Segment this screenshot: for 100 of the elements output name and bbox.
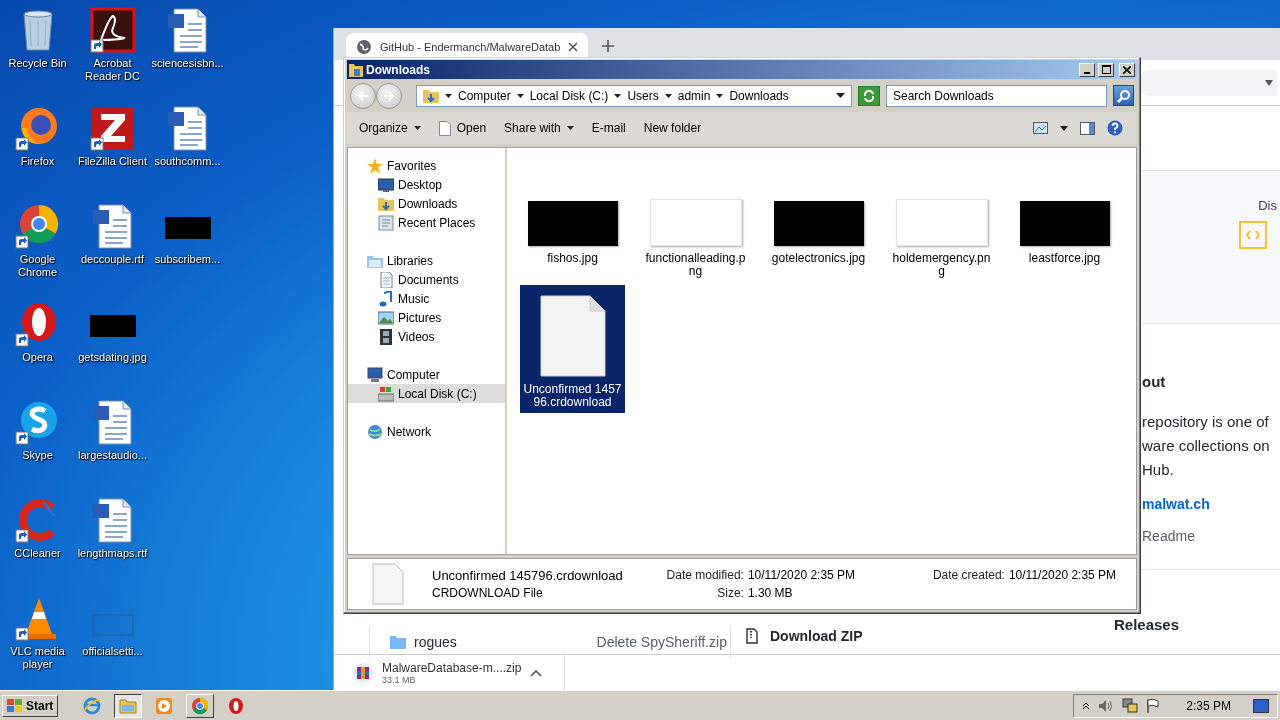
start-button[interactable]: Start xyxy=(2,694,59,717)
forward-button[interactable] xyxy=(376,82,402,109)
icon-label[interactable]: getsdating.jpg xyxy=(78,351,147,364)
toolbar-button[interactable]: Open xyxy=(430,117,495,139)
breadcrumb-item[interactable]: Downloads xyxy=(729,88,789,103)
icon-label[interactable]: Recycle Bin xyxy=(8,57,67,70)
close-icon[interactable] xyxy=(568,41,579,52)
close-icon xyxy=(1123,65,1131,74)
help-icon[interactable] xyxy=(1107,120,1123,136)
new-tab-icon[interactable] xyxy=(602,40,615,52)
breadcrumb-item[interactable]: admin xyxy=(677,88,711,103)
speaker-icon[interactable] xyxy=(1098,698,1115,713)
search-button[interactable] xyxy=(1113,85,1134,106)
caret-icon[interactable] xyxy=(614,93,622,98)
dropdown-icon[interactable] xyxy=(836,93,845,98)
toolbar-button[interactable]: E-mail xyxy=(583,118,634,138)
network-icon[interactable] xyxy=(1122,697,1139,714)
icon-label[interactable]: Acrobat Reader DC xyxy=(75,57,150,83)
field-label: Date modified: xyxy=(665,568,744,582)
icon-label[interactable]: officialsetti... xyxy=(82,645,143,658)
caret-icon[interactable] xyxy=(716,93,724,98)
icon-label[interactable]: deccouple.rtf xyxy=(81,253,144,266)
nav-item[interactable]: Computer xyxy=(348,365,505,384)
icon-label[interactable]: Firefox xyxy=(20,155,55,168)
breadcrumb-item[interactable]: Users xyxy=(627,88,659,103)
nav-item[interactable]: Libraries xyxy=(348,251,505,270)
breadcrumb-item[interactable]: Local Disk (C:) xyxy=(529,88,609,103)
icon-label[interactable]: Skype xyxy=(22,449,53,462)
file-name[interactable]: rogues xyxy=(414,634,457,650)
play-icon xyxy=(155,696,174,715)
about-text: ware collections on xyxy=(1142,436,1271,456)
acrobat-icon[interactable] xyxy=(88,6,137,54)
field-label: Date created: xyxy=(931,568,1005,582)
nav-item[interactable]: Desktop xyxy=(348,175,505,194)
readme-link[interactable]: Readme xyxy=(1142,528,1280,544)
chevron-up-icon[interactable] xyxy=(1082,701,1091,710)
toolbar-button[interactable]: Share with xyxy=(496,118,582,138)
nav-item[interactable]: Network xyxy=(348,422,505,441)
field-value: 10/11/2020 2:35 PM xyxy=(747,568,857,582)
caret-icon[interactable] xyxy=(516,93,524,98)
icon-label[interactable]: FileZilla Client xyxy=(77,155,148,168)
view-icon[interactable] xyxy=(1033,122,1048,134)
breadcrumb-item[interactable]: Computer xyxy=(458,88,511,103)
icon-label[interactable]: subscribem... xyxy=(154,253,221,266)
nav-item[interactable]: Music xyxy=(348,289,505,308)
caret-icon[interactable] xyxy=(530,668,542,677)
minimize-button[interactable] xyxy=(1079,62,1095,77)
about-text: Hub. xyxy=(1142,460,1175,480)
show-desktop-icon[interactable] xyxy=(1253,698,1269,713)
file-item[interactable]: holdemergency.png xyxy=(889,154,994,282)
caret-icon[interactable] xyxy=(664,93,672,98)
nav-item[interactable]: Videos xyxy=(348,327,505,346)
caret-icon[interactable] xyxy=(445,93,452,98)
nav-item[interactable]: Documents xyxy=(348,270,505,289)
file-item[interactable]: Unconfirmed 145796.crdownload xyxy=(520,285,625,413)
nav-item[interactable]: Recent Places xyxy=(348,213,505,232)
file-item[interactable]: functionalleading.png xyxy=(643,154,748,282)
minimize-icon xyxy=(1084,71,1090,74)
icon-label[interactable]: sciencesisbn... xyxy=(151,57,224,70)
commit-message[interactable]: Delete SpySheriff.zip xyxy=(596,634,727,650)
nav-item[interactable]: Downloads xyxy=(348,194,505,213)
icon-label[interactable]: Opera xyxy=(22,351,53,364)
download-file-name[interactable]: MalwareDatabase-m....zip xyxy=(382,660,522,675)
caret-icon[interactable] xyxy=(1060,125,1068,131)
preview-pane-icon[interactable] xyxy=(1080,121,1095,135)
about-text: repository is one of xyxy=(1142,412,1270,432)
maximize-icon xyxy=(1101,65,1111,74)
back-button[interactable] xyxy=(350,82,376,109)
icon-label[interactable]: VLC media player xyxy=(0,645,75,671)
file-item[interactable]: gotelectronics.jpg xyxy=(766,154,871,282)
file-item[interactable]: leastforce.jpg xyxy=(1012,154,1117,282)
nav-item[interactable]: Pictures xyxy=(348,308,505,327)
icon-label[interactable]: lengthmaps.rtf xyxy=(77,547,148,560)
toolbar-button[interactable]: New folder xyxy=(635,118,710,138)
icon-label[interactable]: CCleaner xyxy=(14,547,61,560)
picture-icon xyxy=(378,309,394,326)
filezilla-icon[interactable] xyxy=(88,104,137,152)
nav-item[interactable]: Local Disk (C:) xyxy=(348,384,505,403)
document-icon xyxy=(438,120,451,136)
toolbar-button[interactable]: Organize xyxy=(351,118,429,138)
icon-label[interactable]: Google Chrome xyxy=(0,253,75,279)
close-button[interactable] xyxy=(1119,62,1135,77)
dropdown-icon[interactable] xyxy=(1265,79,1273,86)
refresh-button[interactable] xyxy=(858,85,880,106)
taskbar-button[interactable] xyxy=(114,693,143,718)
download-zip-item[interactable]: Download ZIP xyxy=(746,628,863,644)
file-item[interactable]: fishos.jpg xyxy=(520,154,625,282)
search-field[interactable]: Search Downloads xyxy=(886,84,1107,107)
icon-label[interactable]: largestaudio... xyxy=(77,449,148,462)
flag-icon[interactable] xyxy=(1146,697,1161,714)
globe-icon xyxy=(356,38,372,55)
icon-label[interactable]: southcomm... xyxy=(154,155,221,168)
website-link[interactable]: malwat.ch xyxy=(1142,496,1280,512)
address-bar[interactable]: Computer Local Disk (C:) Users admin Downloads xyxy=(416,84,852,107)
nav-item[interactable]: Favorites xyxy=(348,156,505,175)
file-icon xyxy=(372,563,404,605)
clock: 2:35 PM xyxy=(1186,698,1231,713)
chrome-icon xyxy=(191,696,210,715)
window-title: Downloads xyxy=(366,62,431,77)
maximize-button[interactable] xyxy=(1098,62,1114,77)
